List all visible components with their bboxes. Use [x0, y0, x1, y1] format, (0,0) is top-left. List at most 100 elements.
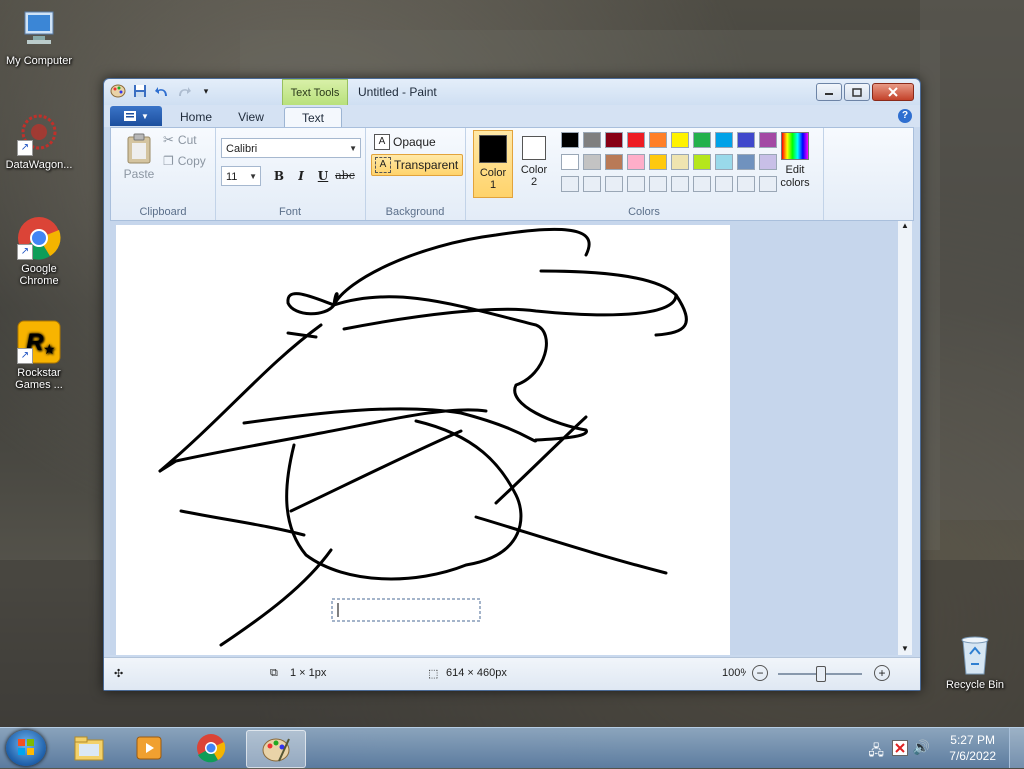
undo-icon[interactable]: [154, 83, 170, 99]
palette-swatch[interactable]: [627, 132, 645, 148]
taskbar-media-player[interactable]: [120, 730, 178, 766]
palette-swatch[interactable]: [583, 132, 601, 148]
scroll-down-icon[interactable]: ▼: [898, 644, 912, 653]
color2-button[interactable]: Color 2: [515, 130, 553, 196]
maximize-button[interactable]: [844, 83, 870, 101]
desktop-icon-rockstar-games[interactable]: R ★ ↗ Rockstar Games ...: [0, 320, 78, 391]
palette-swatch[interactable]: [671, 154, 689, 170]
palette-swatch[interactable]: [649, 132, 667, 148]
desktop-icon-label: DataWagon...: [5, 159, 73, 171]
text-tools-context-header: Text Tools: [282, 79, 348, 106]
opaque-icon: A: [374, 134, 390, 150]
strikethrough-button[interactable]: abc: [335, 166, 355, 186]
palette-swatch[interactable]: [737, 154, 755, 170]
font-size-select[interactable]: 11 ▼: [221, 166, 261, 186]
font-group-label: Font: [278, 206, 301, 218]
palette-swatch[interactable]: [583, 154, 601, 170]
bold-button[interactable]: B: [269, 166, 289, 186]
edit-colors-button[interactable]: Edit colors: [773, 132, 817, 190]
desktop-icon-my-computer[interactable]: My Computer: [0, 8, 78, 67]
custom-color-slot[interactable]: [561, 176, 579, 192]
tab-view[interactable]: View: [226, 107, 276, 127]
palette-swatch[interactable]: [561, 132, 579, 148]
taskbar-explorer[interactable]: [60, 730, 118, 766]
clipboard-group-label: Clipboard: [139, 206, 187, 218]
save-icon[interactable]: [132, 83, 148, 99]
canvas-size-icon: ⬚: [428, 668, 439, 680]
font-family-select[interactable]: Calibri ▼: [221, 138, 361, 158]
tray-network-icon[interactable]: 🖧: [868, 740, 884, 764]
italic-button[interactable]: I: [291, 166, 311, 186]
clipboard-icon: [127, 133, 151, 164]
chrome-icon: [197, 734, 226, 763]
zoom-in-button[interactable]: +: [874, 665, 890, 681]
tab-text[interactable]: Text: [284, 107, 342, 128]
color1-label-line2: 1: [489, 179, 497, 191]
palette-swatch[interactable]: [605, 132, 623, 148]
custom-color-slot[interactable]: [715, 176, 733, 192]
title-bar[interactable]: ▾ Text Tools Untitled - Paint: [104, 79, 920, 106]
paint-palette-icon: [262, 738, 290, 762]
copy-label: Copy: [177, 154, 206, 168]
custom-color-slot[interactable]: [605, 176, 623, 192]
custom-color-slot[interactable]: [737, 176, 755, 192]
cursor-position: 1 × 1px: [290, 667, 327, 679]
desktop-icon-google-chrome[interactable]: ↗ Google Chrome: [0, 216, 78, 287]
cut-button[interactable]: ✂ Cut: [163, 132, 197, 148]
custom-color-slot[interactable]: [627, 176, 645, 192]
shortcut-arrow-icon: ↗: [17, 140, 33, 156]
paste-label: Paste: [123, 167, 155, 181]
palette-swatch[interactable]: [693, 154, 711, 170]
palette-swatch[interactable]: [671, 132, 689, 148]
rainbow-icon: [781, 132, 809, 160]
redo-icon[interactable]: [176, 83, 192, 99]
scroll-up-icon[interactable]: ▲: [898, 221, 912, 230]
zoom-slider-thumb[interactable]: [816, 666, 826, 682]
palette-swatch[interactable]: [627, 154, 645, 170]
paint-menu-button[interactable]: ▼: [110, 106, 162, 126]
taskbar-paint[interactable]: [246, 730, 306, 768]
palette-swatch[interactable]: [693, 132, 711, 148]
computer-icon: [17, 8, 61, 52]
drawing-canvas[interactable]: [116, 225, 730, 655]
desktop-icon-datawagon[interactable]: ↗ DataWagon...: [0, 112, 78, 171]
custom-color-slot[interactable]: [693, 176, 711, 192]
palette-swatch[interactable]: [715, 154, 733, 170]
taskbar-chrome[interactable]: [182, 730, 240, 766]
freehand-drawing: [158, 227, 688, 647]
desktop-icon-recycle-bin[interactable]: Recycle Bin: [936, 632, 1014, 691]
opaque-button[interactable]: A Opaque: [371, 132, 440, 152]
tray-volume-icon[interactable]: 🔊: [913, 739, 930, 756]
palette-swatch[interactable]: [649, 154, 667, 170]
underline-button[interactable]: U: [313, 166, 333, 186]
close-button[interactable]: [872, 83, 914, 101]
paint-app-icon[interactable]: [110, 83, 126, 99]
windows-logo-icon: [18, 739, 34, 755]
vertical-scrollbar[interactable]: ▲ ▼: [898, 221, 912, 655]
tab-home[interactable]: Home: [170, 107, 222, 127]
custom-color-slot[interactable]: [649, 176, 667, 192]
desktop-icon-label: Rockstar Games ...: [15, 367, 63, 391]
opaque-label: Opaque: [393, 135, 436, 149]
transparent-button[interactable]: A Transparent: [371, 154, 464, 176]
tray-action-center-icon[interactable]: [892, 740, 908, 756]
zoom-out-button[interactable]: −: [752, 665, 768, 681]
custom-color-slot[interactable]: [583, 176, 601, 192]
start-button[interactable]: [6, 730, 46, 766]
palette-swatch[interactable]: [561, 154, 579, 170]
palette-swatch[interactable]: [605, 154, 623, 170]
color1-button[interactable]: Color 1: [473, 130, 513, 198]
custom-color-slot[interactable]: [671, 176, 689, 192]
desktop-icon-label: Recycle Bin: [945, 679, 1005, 691]
palette-swatch[interactable]: [715, 132, 733, 148]
paste-button[interactable]: Paste: [119, 132, 159, 181]
show-desktop-button[interactable]: [1009, 728, 1024, 768]
quick-access-toolbar: ▾: [110, 83, 214, 99]
help-icon[interactable]: ?: [898, 109, 912, 123]
palette-swatch[interactable]: [737, 132, 755, 148]
media-player-icon: [136, 736, 162, 760]
clock[interactable]: 5:27 PM 7/6/2022: [949, 732, 996, 764]
customize-qat-icon[interactable]: ▾: [198, 83, 214, 99]
copy-button[interactable]: ❐ Copy: [163, 154, 206, 168]
minimize-button[interactable]: [816, 83, 842, 101]
